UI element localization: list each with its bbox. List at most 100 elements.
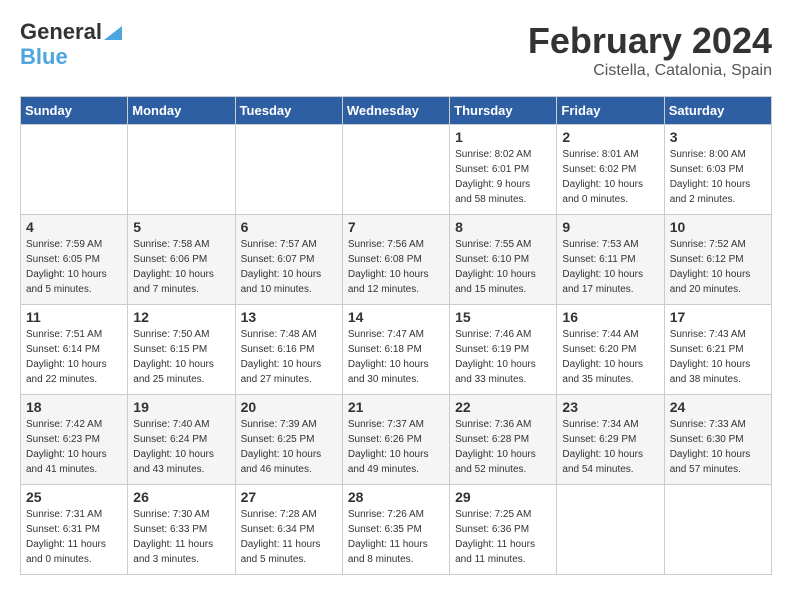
calendar-cell: 24 Sunrise: 7:33 AMSunset: 6:30 PMDayligh… — [664, 395, 771, 485]
day-number: 2 — [562, 129, 658, 145]
day-number: 4 — [26, 219, 122, 235]
day-info: Sunrise: 8:00 AMSunset: 6:03 PMDaylight:… — [670, 147, 766, 207]
day-number: 18 — [26, 399, 122, 415]
day-info: Sunrise: 7:36 AMSunset: 6:28 PMDaylight:… — [455, 417, 551, 477]
calendar-cell — [557, 485, 664, 575]
title-area: February 2024 Cistella, Catalonia, Spain — [528, 20, 772, 80]
week-row-2: 11 Sunrise: 7:51 AMSunset: 6:14 PMDayligh… — [21, 305, 772, 395]
calendar-cell: 26 Sunrise: 7:30 AMSunset: 6:33 PMDayligh… — [128, 485, 235, 575]
day-info: Sunrise: 7:33 AMSunset: 6:30 PMDaylight:… — [670, 417, 766, 477]
day-number: 11 — [26, 309, 122, 325]
calendar-cell: 17 Sunrise: 7:43 AMSunset: 6:21 PMDayligh… — [664, 305, 771, 395]
calendar-cell: 6Sunrise: 7:57 AMSunset: 6:07 PMDaylight… — [235, 215, 342, 305]
day-info: Sunrise: 7:43 AMSunset: 6:21 PMDaylight:… — [670, 327, 766, 387]
day-info: Sunrise: 8:02 AMSunset: 6:01 PMDaylight:… — [455, 147, 551, 207]
calendar-cell: 18Sunrise: 7:42 AMSunset: 6:23 PMDayligh… — [21, 395, 128, 485]
day-info: Sunrise: 7:56 AMSunset: 6:08 PMDaylight:… — [348, 237, 444, 297]
calendar-cell: 12 Sunrise: 7:50 AMSunset: 6:15 PMDayligh… — [128, 305, 235, 395]
header-cell-tuesday: Tuesday — [235, 97, 342, 125]
day-number: 17 — [670, 309, 766, 325]
calendar-cell — [235, 125, 342, 215]
calendar-cell — [664, 485, 771, 575]
day-info: Sunrise: 7:25 AMSunset: 6:36 PMDaylight:… — [455, 507, 551, 567]
day-number: 23 — [562, 399, 658, 415]
day-number: 9 — [562, 219, 658, 235]
day-info: Sunrise: 8:01 AMSunset: 6:02 PMDaylight:… — [562, 147, 658, 207]
calendar-cell: 4 Sunrise: 7:59 AMSunset: 6:05 PMDaylight… — [21, 215, 128, 305]
day-number: 25 — [26, 489, 122, 505]
day-number: 28 — [348, 489, 444, 505]
logo: General Blue — [20, 20, 122, 70]
day-number: 3 — [670, 129, 766, 145]
day-number: 21 — [348, 399, 444, 415]
day-number: 16 — [562, 309, 658, 325]
day-number: 15 — [455, 309, 551, 325]
header-cell-friday: Friday — [557, 97, 664, 125]
day-number: 26 — [133, 489, 229, 505]
calendar-cell — [21, 125, 128, 215]
day-number: 24 — [670, 399, 766, 415]
calendar-cell: 22 Sunrise: 7:36 AMSunset: 6:28 PMDayligh… — [450, 395, 557, 485]
day-number: 6 — [241, 219, 337, 235]
day-info: Sunrise: 7:26 AMSunset: 6:35 PMDaylight:… — [348, 507, 444, 567]
day-info: Sunrise: 7:39 AMSunset: 6:25 PMDaylight:… — [241, 417, 337, 477]
day-info: Sunrise: 7:47 AMSunset: 6:18 PMDaylight:… — [348, 327, 444, 387]
day-number: 27 — [241, 489, 337, 505]
day-number: 20 — [241, 399, 337, 415]
week-row-1: 4 Sunrise: 7:59 AMSunset: 6:05 PMDaylight… — [21, 215, 772, 305]
day-info: Sunrise: 7:59 AMSunset: 6:05 PMDaylight:… — [26, 237, 122, 297]
calendar-cell — [128, 125, 235, 215]
calendar-cell: 28 Sunrise: 7:26 AMSunset: 6:35 PMDayligh… — [342, 485, 449, 575]
day-info: Sunrise: 7:37 AMSunset: 6:26 PMDaylight:… — [348, 417, 444, 477]
day-info: Sunrise: 7:34 AMSunset: 6:29 PMDaylight:… — [562, 417, 658, 477]
calendar-subtitle: Cistella, Catalonia, Spain — [528, 62, 772, 80]
calendar-cell: 21 Sunrise: 7:37 AMSunset: 6:26 PMDayligh… — [342, 395, 449, 485]
calendar-cell: 27 Sunrise: 7:28 AMSunset: 6:34 PMDayligh… — [235, 485, 342, 575]
calendar-cell: 8 Sunrise: 7:55 AMSunset: 6:10 PMDaylight… — [450, 215, 557, 305]
header-row: SundayMondayTuesdayWednesdayThursdayFrid… — [21, 97, 772, 125]
calendar-cell: 2 Sunrise: 8:01 AMSunset: 6:02 PMDaylight… — [557, 125, 664, 215]
calendar-cell: 10 Sunrise: 7:52 AMSunset: 6:12 PMDayligh… — [664, 215, 771, 305]
calendar-cell: 19Sunrise: 7:40 AMSunset: 6:24 PMDayligh… — [128, 395, 235, 485]
calendar-cell: 9 Sunrise: 7:53 AMSunset: 6:11 PMDaylight… — [557, 215, 664, 305]
day-info: Sunrise: 7:52 AMSunset: 6:12 PMDaylight:… — [670, 237, 766, 297]
day-info: Sunrise: 7:51 AMSunset: 6:14 PMDaylight:… — [26, 327, 122, 387]
day-info: Sunrise: 7:28 AMSunset: 6:34 PMDaylight:… — [241, 507, 337, 567]
day-number: 10 — [670, 219, 766, 235]
day-info: Sunrise: 7:58 AMSunset: 6:06 PMDaylight:… — [133, 237, 229, 297]
day-number: 14 — [348, 309, 444, 325]
day-number: 8 — [455, 219, 551, 235]
header-cell-wednesday: Wednesday — [342, 97, 449, 125]
week-row-3: 18Sunrise: 7:42 AMSunset: 6:23 PMDayligh… — [21, 395, 772, 485]
day-info: Sunrise: 7:55 AMSunset: 6:10 PMDaylight:… — [455, 237, 551, 297]
day-info: Sunrise: 7:50 AMSunset: 6:15 PMDaylight:… — [133, 327, 229, 387]
day-info: Sunrise: 7:44 AMSunset: 6:20 PMDaylight:… — [562, 327, 658, 387]
day-number: 13 — [241, 309, 337, 325]
day-number: 5 — [133, 219, 229, 235]
header-cell-sunday: Sunday — [21, 97, 128, 125]
day-info: Sunrise: 7:48 AMSunset: 6:16 PMDaylight:… — [241, 327, 337, 387]
day-info: Sunrise: 7:40 AMSunset: 6:24 PMDaylight:… — [133, 417, 229, 477]
calendar-cell: 15 Sunrise: 7:46 AMSunset: 6:19 PMDayligh… — [450, 305, 557, 395]
header-cell-monday: Monday — [128, 97, 235, 125]
calendar-cell: 23 Sunrise: 7:34 AMSunset: 6:29 PMDayligh… — [557, 395, 664, 485]
logo-icon — [104, 22, 122, 40]
week-row-0: 1Sunrise: 8:02 AMSunset: 6:01 PMDaylight… — [21, 125, 772, 215]
day-info: Sunrise: 7:30 AMSunset: 6:33 PMDaylight:… — [133, 507, 229, 567]
calendar-cell: 16 Sunrise: 7:44 AMSunset: 6:20 PMDayligh… — [557, 305, 664, 395]
day-info: Sunrise: 7:46 AMSunset: 6:19 PMDaylight:… — [455, 327, 551, 387]
week-row-4: 25Sunrise: 7:31 AMSunset: 6:31 PMDayligh… — [21, 485, 772, 575]
calendar-cell: 13 Sunrise: 7:48 AMSunset: 6:16 PMDayligh… — [235, 305, 342, 395]
calendar-cell: 1Sunrise: 8:02 AMSunset: 6:01 PMDaylight… — [450, 125, 557, 215]
calendar-cell: 3 Sunrise: 8:00 AMSunset: 6:03 PMDaylight… — [664, 125, 771, 215]
calendar-title: February 2024 — [528, 20, 772, 62]
day-number: 12 — [133, 309, 229, 325]
day-number: 7 — [348, 219, 444, 235]
day-number: 22 — [455, 399, 551, 415]
calendar-cell: 5 Sunrise: 7:58 AMSunset: 6:06 PMDaylight… — [128, 215, 235, 305]
header-cell-thursday: Thursday — [450, 97, 557, 125]
header-cell-saturday: Saturday — [664, 97, 771, 125]
day-number: 29 — [455, 489, 551, 505]
logo-blue: Blue — [20, 44, 68, 69]
day-info: Sunrise: 7:53 AMSunset: 6:11 PMDaylight:… — [562, 237, 658, 297]
